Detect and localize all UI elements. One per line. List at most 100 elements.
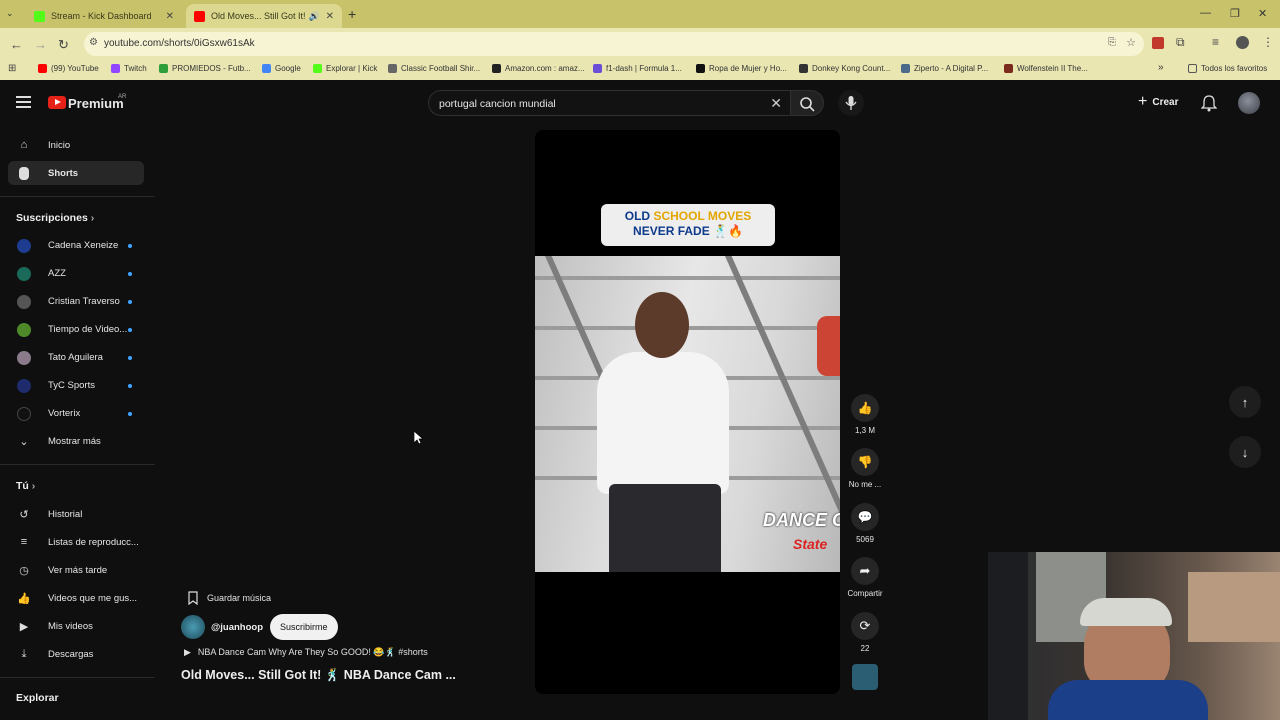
bookmark-label: Twitch (124, 64, 147, 73)
bookmark-promiedos[interactable]: PROMIEDOS - Futb... (159, 64, 251, 73)
dislike-action[interactable]: 👎 No me ... (846, 448, 884, 489)
like-button[interactable]: 👍 (851, 394, 879, 422)
notifications-button[interactable] (1200, 94, 1218, 117)
channel-name[interactable]: @juanhoop (211, 622, 263, 633)
remix-action[interactable]: ⟳ 22 (846, 612, 884, 653)
back-icon[interactable]: ← (10, 37, 23, 52)
dislike-button[interactable]: 👎 (851, 448, 879, 476)
channel-thumbnail[interactable] (852, 664, 878, 690)
media-controls-icon[interactable]: ≡ (1212, 35, 1219, 49)
search-button[interactable] (790, 90, 824, 116)
tab-search-icon[interactable]: ⌄ (6, 8, 14, 19)
bookmark-donkey-kong[interactable]: Donkey Kong Count... (799, 64, 890, 73)
account-avatar[interactable] (1238, 92, 1260, 114)
thumbs-up-icon: 👍 (857, 401, 873, 415)
all-bookmarks-folder[interactable]: Todos los favoritos (1188, 64, 1267, 73)
comments-action[interactable]: 💬 5069 (846, 503, 884, 544)
subscription-tiempo-de-video[interactable]: Tiempo de Video... (8, 318, 144, 342)
download-icon: ⤓ (21, 647, 27, 660)
subscription-tato-aguilera[interactable]: Tato Aguilera (8, 346, 144, 370)
site-info-icon[interactable]: ⚙ (89, 37, 98, 48)
subscription-cristian-traverso[interactable]: Cristian Traverso (8, 290, 144, 314)
apps-grid-icon[interactable]: ⊞ (8, 63, 16, 74)
youtube-logo-icon[interactable] (48, 96, 66, 109)
webcam-person-cap (1080, 598, 1172, 626)
sidebar-item-shorts[interactable]: Shorts (8, 161, 144, 185)
short-video-player[interactable]: OLD SCHOOL MOVES NEVER FADE 🕺🔥 DANCE C S… (535, 130, 840, 694)
bookmark-label: Classic Football Shir... (401, 64, 481, 73)
subscription-tyc-sports[interactable]: TyC Sports (8, 374, 144, 398)
bookmark-icon (188, 591, 198, 605)
sidebar-item-liked-videos[interactable]: 👍 Videos que me gus... (8, 586, 144, 610)
search-input[interactable]: portugal cancion mundial ✕ (428, 90, 790, 116)
install-app-icon[interactable]: ⎘ (1108, 37, 1116, 48)
bookmark-kick[interactable]: Explorar | Kick (313, 64, 377, 73)
bookmark-amazon[interactable]: Amazon.com : amaz... (492, 64, 585, 73)
restore-icon[interactable]: ❐ (1230, 7, 1240, 20)
browser-menu-icon[interactable]: ⋮ (1262, 35, 1274, 49)
subscriptions-heading[interactable]: Suscripciones › (16, 212, 94, 224)
tab-youtube-short[interactable]: Old Moves... Still Got It! 🕺 🔊 ✕ (186, 4, 342, 28)
bookmark-google[interactable]: Google (262, 64, 301, 73)
forward-icon[interactable]: → (34, 37, 47, 52)
channel-avatar[interactable] (181, 615, 205, 639)
profile-avatar[interactable] (1236, 36, 1249, 49)
tab-kick-dashboard[interactable]: Stream - Kick Dashboard ✕ (26, 4, 182, 28)
show-more-button[interactable]: ⌄ Mostrar más (8, 429, 144, 453)
sidebar-item-my-videos[interactable]: ▶ Mis videos (8, 614, 144, 638)
subscription-cadena-xeneize[interactable]: Cadena Xeneize (8, 234, 144, 258)
bookmark-ropa[interactable]: Ropa de Mujer y Ho... (696, 64, 787, 73)
menu-icon[interactable] (16, 96, 31, 108)
browser-tab-bar: ⌄ Stream - Kick Dashboard ✕ Old Moves...… (0, 0, 1280, 28)
bookmark-f1-dash[interactable]: f1-dash | Formula 1... (593, 64, 682, 73)
save-music-button[interactable]: Guardar música (181, 586, 281, 610)
close-tab-icon[interactable]: ✕ (326, 11, 334, 22)
share-button[interactable]: ➦ (851, 557, 879, 585)
remix-button[interactable]: ⟳ (851, 612, 879, 640)
bookmark-label: Ropa de Mujer y Ho... (709, 64, 787, 73)
url-field[interactable]: ⚙ youtube.com/shorts/0iGsxw61sAk ⎘ ☆ (84, 32, 1144, 56)
bookmark-wolfenstein[interactable]: Wolfenstein II The... (1004, 64, 1088, 73)
share-action[interactable]: ➦ Compartir (846, 557, 884, 598)
all-bookmarks-label: Todos los favoritos (1201, 64, 1268, 73)
video-description[interactable]: ▶ NBA Dance Cam Why Are They So GOOD! 😂🕺… (181, 647, 428, 658)
audio-playing-icon[interactable]: 🔊 (309, 11, 320, 22)
brand-label[interactable]: Premium (68, 96, 124, 111)
pdf-extension-icon[interactable] (1152, 37, 1164, 49)
bookmark-classic-football[interactable]: Classic Football Shir... (388, 64, 480, 73)
new-tab-button[interactable]: + (348, 6, 356, 22)
close-window-icon[interactable]: ✕ (1258, 7, 1267, 20)
bookmark-star-icon[interactable]: ☆ (1126, 36, 1136, 49)
sidebar-item-inicio[interactable]: ⌂ Inicio (8, 133, 144, 157)
you-heading[interactable]: Tú › (16, 480, 35, 492)
more-bookmarks-icon[interactable]: » (1158, 62, 1164, 73)
promiedos-icon (159, 64, 168, 73)
sidebar-item-watch-later[interactable]: ◷ Ver más tarde (8, 558, 144, 582)
previous-short-button[interactable]: ↑ (1229, 386, 1261, 418)
reload-icon[interactable]: ↻ (58, 37, 69, 53)
address-bar-row: ← → ↻ ⚙ youtube.com/shorts/0iGsxw61sAk ⎘… (0, 28, 1280, 60)
create-button[interactable]: + Crear (1138, 93, 1178, 111)
extensions-icon[interactable]: ⧉ (1176, 35, 1185, 50)
bookmark-twitch[interactable]: Twitch (111, 64, 147, 73)
sidebar-item-label: Shorts (48, 167, 79, 179)
subscription-vorterix[interactable]: Vorterix (8, 402, 144, 426)
remix-count: 22 (860, 644, 870, 653)
sidebar-item-downloads[interactable]: ⤓ Descargas (8, 642, 144, 666)
subscription-azz[interactable]: AZZ (8, 262, 144, 286)
bookmark-youtube[interactable]: (99) YouTube (38, 64, 99, 73)
video-title[interactable]: Old Moves... Still Got It! 🕺 NBA Dance C… (181, 668, 456, 683)
sidebar-item-playlists[interactable]: ≡ Listas de reproducc... (8, 530, 144, 554)
next-short-button[interactable]: ↓ (1229, 436, 1261, 468)
minimize-icon[interactable]: — (1200, 7, 1211, 19)
caption-text: OLD (624, 209, 654, 223)
share-label: Compartir (847, 589, 883, 598)
sidebar-item-historial[interactable]: ↺ Historial (8, 502, 144, 526)
like-action[interactable]: 👍 1,3 M (846, 394, 884, 435)
close-tab-icon[interactable]: ✕ (166, 11, 174, 22)
voice-search-button[interactable] (838, 90, 864, 116)
clear-search-icon[interactable]: ✕ (770, 95, 782, 112)
subscribe-button[interactable]: Suscribirme (270, 614, 338, 640)
bookmark-ziperto[interactable]: Ziperto - A Digital P... (901, 64, 988, 73)
comments-button[interactable]: 💬 (851, 503, 879, 531)
